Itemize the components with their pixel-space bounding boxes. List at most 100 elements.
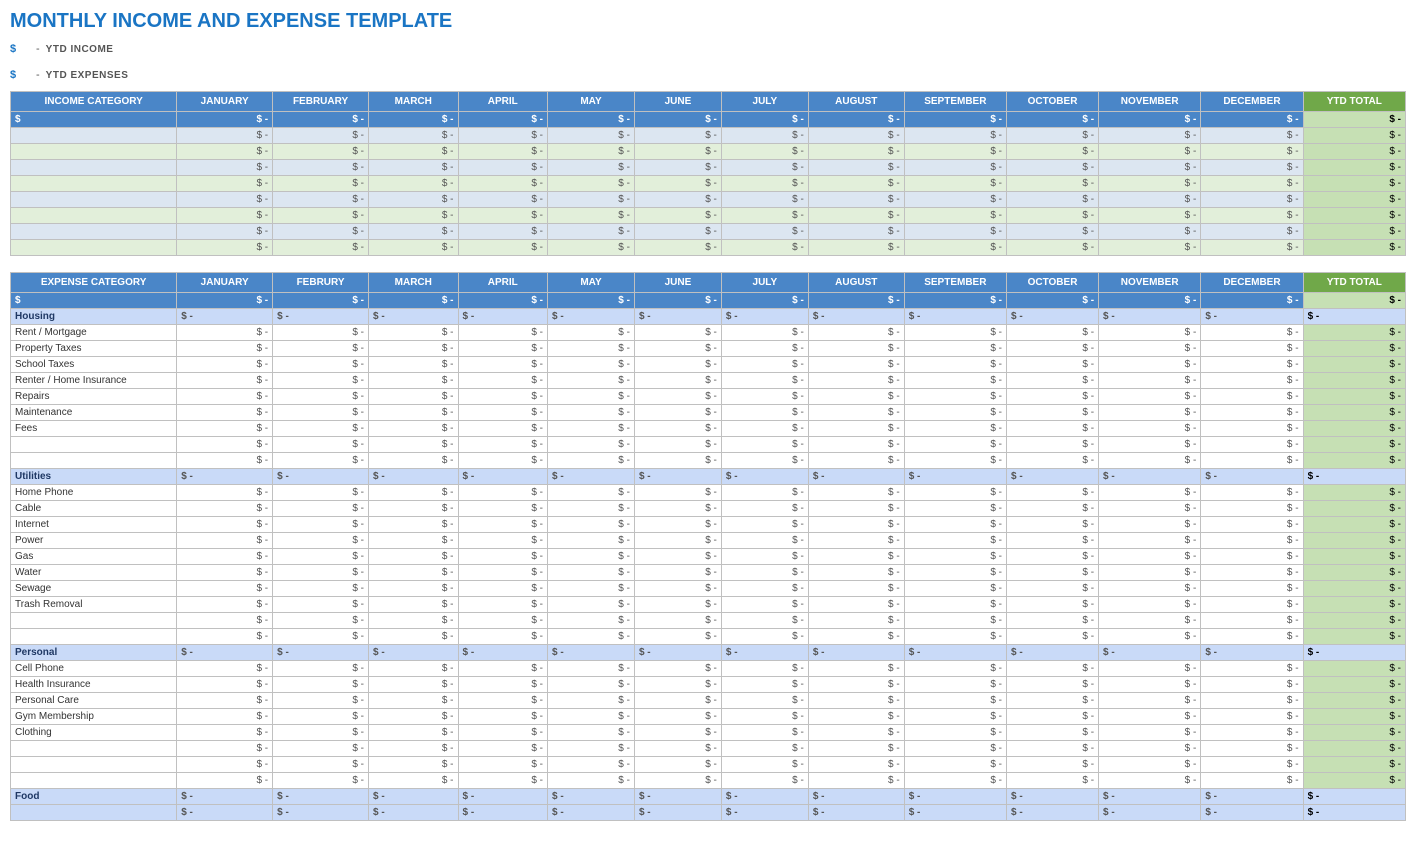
expense-month-cell[interactable]: $ -: [634, 725, 721, 741]
expense-month-cell[interactable]: $ -: [1006, 453, 1098, 469]
expense-month-cell[interactable]: $ -: [1099, 549, 1201, 565]
expense-month-cell[interactable]: $ -: [458, 357, 548, 373]
expense-month-cell[interactable]: $ -: [1201, 469, 1303, 485]
expense-month-cell[interactable]: $ -: [721, 677, 808, 693]
income-cell[interactable]: $ -: [721, 144, 808, 160]
expense-month-cell[interactable]: $ -: [904, 741, 1006, 757]
expense-month-cell[interactable]: $ -: [1099, 773, 1201, 789]
expense-month-cell[interactable]: $ -: [177, 549, 273, 565]
expense-month-cell[interactable]: $ -: [1099, 421, 1201, 437]
expense-month-cell[interactable]: $ -: [458, 309, 548, 325]
expense-month-cell[interactable]: $ -: [721, 693, 808, 709]
expense-month-cell[interactable]: $ -: [273, 565, 369, 581]
income-cell[interactable]: $ -: [1006, 176, 1098, 192]
expense-month-cell[interactable]: $ -: [369, 341, 459, 357]
expense-month-cell[interactable]: $ -: [177, 645, 273, 661]
expense-month-cell[interactable]: $ -: [808, 453, 904, 469]
expense-month-cell[interactable]: $ -: [721, 549, 808, 565]
expense-month-cell[interactable]: $ -: [458, 805, 548, 821]
expense-month-cell[interactable]: $ -: [904, 389, 1006, 405]
expense-month-cell[interactable]: $ -: [548, 709, 635, 725]
income-row-label[interactable]: [11, 176, 177, 192]
income-cell[interactable]: $ -: [721, 176, 808, 192]
expense-month-cell[interactable]: $ -: [273, 661, 369, 677]
expense-month-cell[interactable]: $ -: [808, 517, 904, 533]
income-cell[interactable]: $ -: [1006, 128, 1098, 144]
expense-month-cell[interactable]: $ -: [369, 357, 459, 373]
expense-month-cell[interactable]: $ -: [177, 453, 273, 469]
expense-month-cell[interactable]: $ -: [904, 709, 1006, 725]
expense-month-cell[interactable]: $ -: [273, 405, 369, 421]
expense-month-cell[interactable]: $ -: [369, 437, 459, 453]
expense-month-cell[interactable]: $ -: [808, 501, 904, 517]
expense-month-cell[interactable]: $ -: [904, 485, 1006, 501]
expense-month-cell[interactable]: $ -: [904, 725, 1006, 741]
expense-month-cell[interactable]: $ -: [273, 373, 369, 389]
expense-month-cell[interactable]: $ -: [548, 661, 635, 677]
expense-month-cell[interactable]: $ -: [369, 469, 459, 485]
expense-month-cell[interactable]: $ -: [177, 309, 273, 325]
expense-month-cell[interactable]: $ -: [1006, 581, 1098, 597]
expense-month-cell[interactable]: $ -: [1006, 373, 1098, 389]
expense-month-cell[interactable]: $ -: [634, 517, 721, 533]
income-cell[interactable]: $ -: [273, 224, 369, 240]
expense-month-cell[interactable]: $ -: [548, 629, 635, 645]
income-cell[interactable]: $ -: [458, 192, 548, 208]
expense-month-cell[interactable]: $ -: [177, 357, 273, 373]
expense-month-cell[interactable]: $ -: [1099, 405, 1201, 421]
expense-month-cell[interactable]: $ -: [1006, 789, 1098, 805]
income-cell[interactable]: $ -: [273, 240, 369, 256]
expense-month-cell[interactable]: $ -: [634, 741, 721, 757]
expense-month-cell[interactable]: $ -: [369, 757, 459, 773]
income-cell[interactable]: $ -: [273, 128, 369, 144]
expense-month-cell[interactable]: $ -: [458, 325, 548, 341]
expense-month-cell[interactable]: $ -: [273, 725, 369, 741]
expense-month-cell[interactable]: $ -: [1201, 661, 1303, 677]
expense-month-cell[interactable]: $ -: [369, 421, 459, 437]
expense-month-cell[interactable]: $ -: [1006, 629, 1098, 645]
expense-month-cell[interactable]: $ -: [1201, 645, 1303, 661]
expense-month-cell[interactable]: $ -: [1201, 741, 1303, 757]
income-cell[interactable]: $ -: [1006, 240, 1098, 256]
expense-month-cell[interactable]: $ -: [904, 565, 1006, 581]
income-cell[interactable]: $ -: [458, 176, 548, 192]
expense-month-cell[interactable]: $ -: [177, 613, 273, 629]
income-cell[interactable]: $ -: [369, 160, 459, 176]
expense-month-cell[interactable]: $ -: [1006, 549, 1098, 565]
expense-month-cell[interactable]: $ -: [1099, 341, 1201, 357]
expense-month-cell[interactable]: $ -: [177, 485, 273, 501]
income-cell[interactable]: $ -: [1006, 160, 1098, 176]
expense-month-cell[interactable]: $ -: [1201, 805, 1303, 821]
expense-month-cell[interactable]: $ -: [1099, 389, 1201, 405]
expense-month-cell[interactable]: $ -: [458, 581, 548, 597]
income-cell[interactable]: $ -: [548, 128, 635, 144]
expense-month-cell[interactable]: $ -: [634, 757, 721, 773]
expense-month-cell[interactable]: $ -: [548, 325, 635, 341]
expense-month-cell[interactable]: $ -: [369, 725, 459, 741]
expense-month-cell[interactable]: $ -: [1099, 661, 1201, 677]
expense-month-cell[interactable]: $ -: [1201, 325, 1303, 341]
expense-item-label[interactable]: [11, 453, 177, 469]
expense-month-cell[interactable]: $ -: [904, 373, 1006, 389]
expense-month-cell[interactable]: $ -: [369, 613, 459, 629]
income-cell[interactable]: $ -: [177, 144, 273, 160]
income-cell[interactable]: $ -: [1201, 224, 1303, 240]
expense-month-cell[interactable]: $ -: [458, 645, 548, 661]
expense-month-cell[interactable]: $ -: [808, 325, 904, 341]
income-cell[interactable]: $ -: [721, 128, 808, 144]
expense-month-cell[interactable]: $ -: [369, 517, 459, 533]
income-cell[interactable]: $ -: [1099, 176, 1201, 192]
income-cell[interactable]: $ -: [548, 192, 635, 208]
expense-month-cell[interactable]: $ -: [548, 693, 635, 709]
income-cell[interactable]: $ -: [1201, 144, 1303, 160]
expense-item-label[interactable]: [11, 741, 177, 757]
expense-month-cell[interactable]: $ -: [1006, 501, 1098, 517]
expense-month-cell[interactable]: $ -: [808, 309, 904, 325]
expense-month-cell[interactable]: $ -: [458, 789, 548, 805]
expense-month-cell[interactable]: $ -: [808, 597, 904, 613]
expense-month-cell[interactable]: $ -: [177, 501, 273, 517]
income-cell[interactable]: $ -: [808, 176, 904, 192]
expense-month-cell[interactable]: $ -: [548, 789, 635, 805]
expense-month-cell[interactable]: $ -: [808, 437, 904, 453]
expense-month-cell[interactable]: $ -: [1201, 485, 1303, 501]
